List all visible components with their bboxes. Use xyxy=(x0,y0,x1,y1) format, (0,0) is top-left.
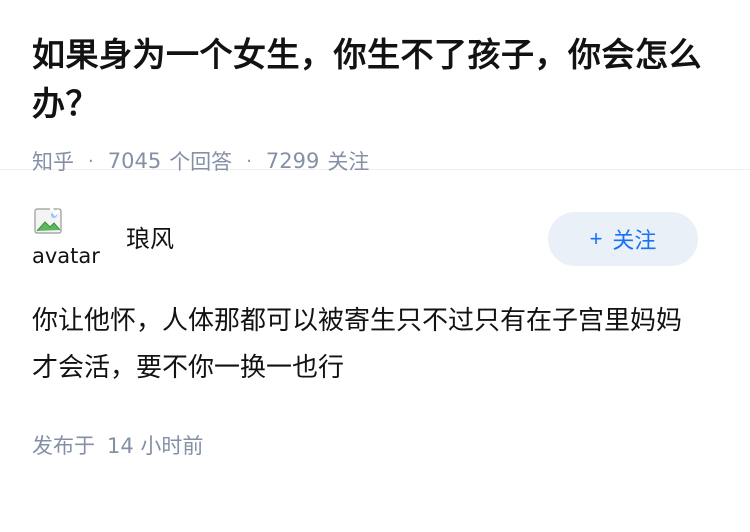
plus-icon: + xyxy=(589,226,603,251)
question-header: 如果身为一个女生，你生不了孩子，你会怎么办？ 知乎 · 7045 个回答 · 7… xyxy=(0,0,750,174)
follower-count: 7299 xyxy=(265,149,320,173)
answer-card: avatar 琅风 + 关注 你让他怀，人体那都可以被寄生只不过只有在子宫里妈妈… xyxy=(0,205,750,460)
follow-button-label: 关注 xyxy=(612,228,657,253)
meta-separator: · xyxy=(88,150,94,172)
answer-content[interactable]: 你让他怀，人体那都可以被寄生只不过只有在子宫里妈妈才会活，要不你一换一也行 xyxy=(32,298,718,392)
timestamp-value: 14 小时前 xyxy=(107,434,204,458)
answer-count[interactable]: 7045 xyxy=(108,149,161,173)
author-row: avatar 琅风 + 关注 xyxy=(32,205,718,271)
follow-button[interactable]: + 关注 xyxy=(548,212,698,266)
source-label[interactable]: 知乎 xyxy=(32,146,74,176)
avatar-alt-text: avatar xyxy=(32,244,100,268)
broken-image-icon xyxy=(34,207,62,234)
author-name[interactable]: 琅风 xyxy=(126,219,174,254)
follower-count-label: 关注 xyxy=(327,150,370,174)
question-meta: 知乎 · 7045 个回答 · 7299 关注 xyxy=(32,146,718,176)
avatar[interactable]: avatar xyxy=(32,204,100,272)
timestamp-prefix: 发布于 xyxy=(32,434,95,458)
question-title[interactable]: 如果身为一个女生，你生不了孩子，你会怎么办？ xyxy=(32,30,718,128)
meta-separator: · xyxy=(246,150,252,172)
answer-timestamp: 发布于 14 小时前 xyxy=(32,430,718,460)
answer-count-label[interactable]: 个回答 xyxy=(169,146,232,176)
